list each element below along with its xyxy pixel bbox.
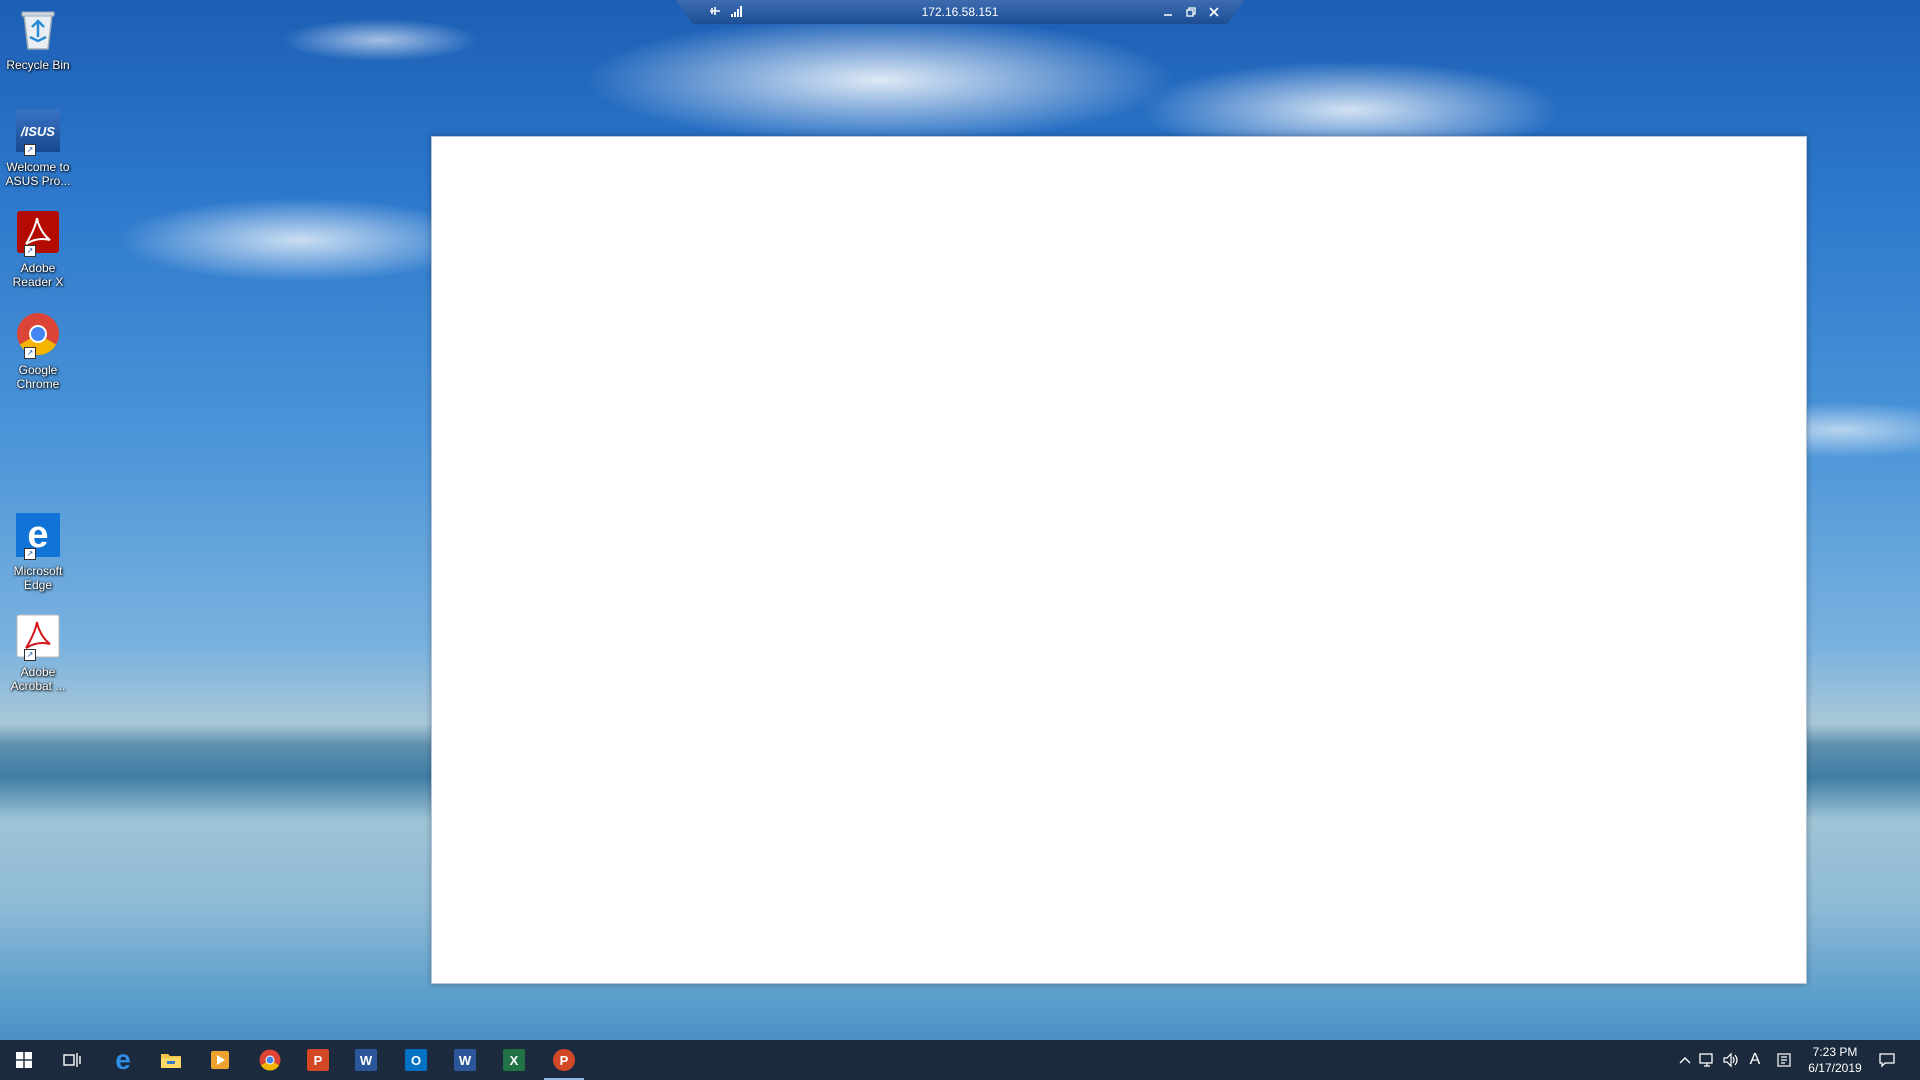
desktop-icon-edge[interactable]: e ↗ Microsoft Edge — [2, 512, 74, 592]
excel-icon: X — [503, 1049, 525, 1071]
edge-icon: e — [115, 1044, 131, 1075]
action-center-button[interactable] — [1877, 1050, 1897, 1070]
clock-time: 7:23 PM — [1812, 1045, 1858, 1059]
chrome-icon: ↗ — [15, 311, 61, 359]
desktop-icon-adobe-acrobat[interactable]: ↗ Adobe Acrobat ... — [2, 613, 74, 693]
taskbar-powerpoint[interactable]: P — [540, 1040, 588, 1080]
word-icon: W — [454, 1049, 476, 1071]
asus-logo-text: /ISUS — [16, 110, 60, 152]
desktop: Recycle Bin /ISUS ↗ Welcome to ASUS Pro.… — [0, 0, 1920, 1080]
desktop-icon-label: Adobe Reader X — [12, 261, 64, 289]
rdp-restore-button[interactable] — [1181, 2, 1201, 22]
close-icon — [1209, 7, 1219, 17]
adobe-reader-icon: ↗ — [15, 209, 61, 257]
word-icon: W — [355, 1049, 377, 1071]
desktop-icon-label: Microsoft Edge — [13, 564, 63, 592]
restore-icon — [1186, 7, 1196, 17]
taskbar-word-old[interactable]: W — [342, 1040, 390, 1080]
taskbar-file-explorer[interactable] — [147, 1040, 195, 1080]
edge-icon: e ↗ — [15, 512, 61, 560]
remote-session-window[interactable] — [431, 136, 1807, 984]
speaker-icon — [1723, 1052, 1738, 1068]
recycle-bin-icon — [15, 6, 61, 52]
notification-icon — [1879, 1053, 1895, 1068]
shortcut-arrow-icon: ↗ — [24, 144, 36, 156]
shortcut-arrow-icon: ↗ — [24, 245, 36, 257]
remote-desktop-connection-bar[interactable]: 172.16.58.151 — [676, 0, 1244, 24]
asus-logo-icon: /ISUS ↗ — [15, 108, 61, 156]
desktop-icon-recycle-bin[interactable]: Recycle Bin — [2, 6, 74, 72]
task-view-icon — [63, 1053, 81, 1067]
outlook-icon: O — [405, 1049, 427, 1071]
taskbar-clock[interactable]: 7:23 PM 6/17/2019 — [1800, 1044, 1870, 1076]
clock-date: 6/17/2019 — [1808, 1061, 1862, 1075]
taskbar: e P W O W X P A 7:23 PM 6/17/2019 — [0, 1040, 1920, 1080]
taskbar-chrome[interactable] — [246, 1040, 294, 1080]
desktop-icon-asus[interactable]: /ISUS ↗ Welcome to ASUS Pro... — [2, 108, 74, 188]
taskbar-publisher[interactable]: P — [294, 1040, 342, 1080]
adobe-acrobat-icon: ↗ — [15, 613, 61, 661]
desktop-icon-label: Recycle Bin — [6, 58, 70, 72]
media-player-icon — [211, 1051, 229, 1069]
task-view-button[interactable] — [48, 1040, 96, 1080]
publisher-icon: P — [307, 1049, 329, 1071]
windows-logo-icon — [16, 1052, 32, 1068]
desktop-icon-label: Welcome to ASUS Pro... — [5, 160, 71, 188]
powerpoint-icon: P — [553, 1049, 575, 1071]
desktop-icon-label: Adobe Acrobat ... — [10, 665, 66, 693]
input-method-indicator[interactable]: A — [1745, 1050, 1765, 1070]
chrome-icon — [259, 1049, 281, 1071]
taskbar-outlook[interactable]: O — [392, 1040, 440, 1080]
rdp-close-button[interactable] — [1204, 2, 1224, 22]
taskbar-edge[interactable]: e — [99, 1040, 147, 1080]
ime-pad-button[interactable] — [1774, 1050, 1794, 1070]
start-button[interactable] — [0, 1040, 48, 1080]
volume-button[interactable] — [1721, 1050, 1741, 1070]
shortcut-arrow-icon: ↗ — [24, 347, 36, 359]
network-icon — [1699, 1053, 1713, 1067]
folder-icon — [161, 1054, 181, 1068]
desktop-icon-adobe-reader[interactable]: ↗ Adobe Reader X — [2, 209, 74, 289]
chevron-up-icon — [1679, 1057, 1691, 1064]
taskbar-excel[interactable]: X — [490, 1040, 538, 1080]
show-hidden-icons-button[interactable] — [1675, 1050, 1695, 1070]
taskbar-word[interactable]: W — [441, 1040, 489, 1080]
shortcut-arrow-icon: ↗ — [24, 548, 36, 560]
desktop-icon-chrome[interactable]: ↗ Google Chrome — [2, 311, 74, 391]
ime-pad-icon — [1777, 1053, 1791, 1067]
minimize-icon — [1164, 14, 1172, 16]
network-button[interactable] — [1698, 1050, 1718, 1070]
desktop-icon-label: Google Chrome — [16, 363, 60, 391]
shortcut-arrow-icon: ↗ — [24, 649, 36, 661]
rdp-minimize-button[interactable] — [1158, 2, 1178, 22]
taskbar-media-player[interactable] — [196, 1040, 244, 1080]
